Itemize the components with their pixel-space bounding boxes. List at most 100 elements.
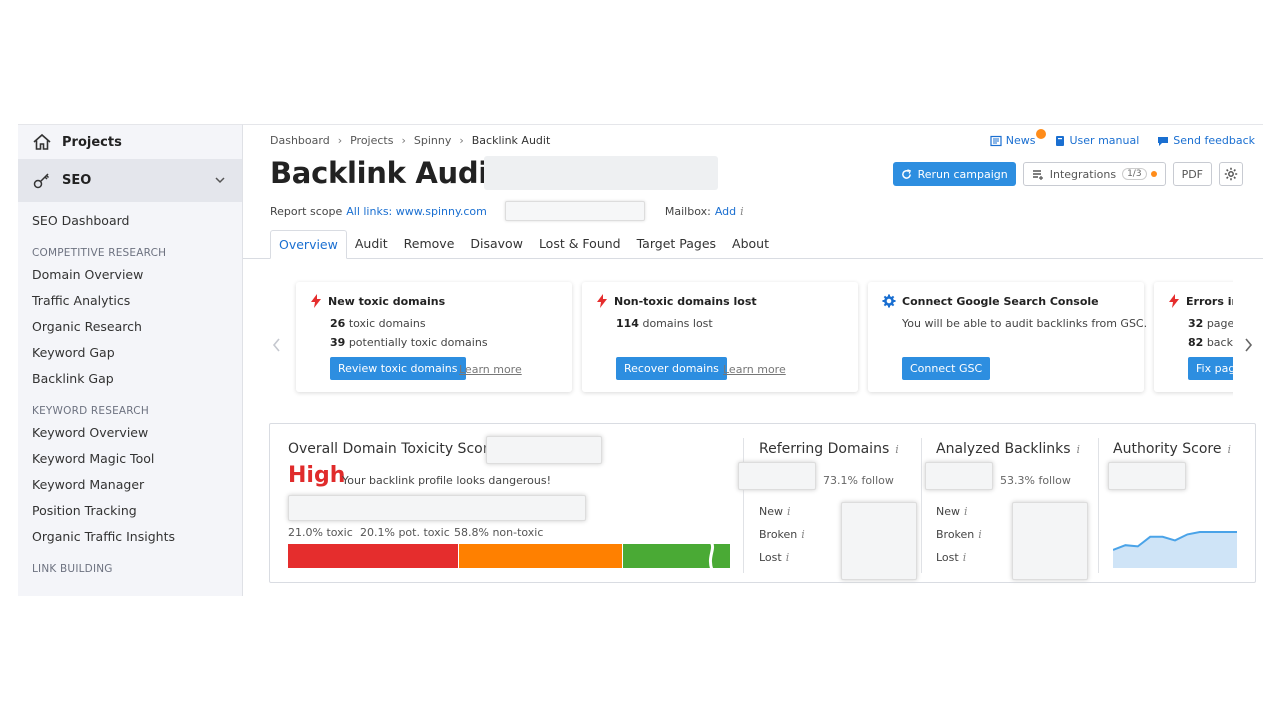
gear-icon [1224, 167, 1238, 181]
learn-more-link[interactable]: Learn more [723, 363, 786, 376]
lost-label: Lost i [759, 551, 789, 564]
insight-carousel: New toxic domains 26 toxic domains 39 po… [283, 275, 1233, 405]
pdf-button[interactable]: PDF [1172, 162, 1212, 186]
user-manual-link[interactable]: User manual [1054, 134, 1140, 147]
news-link[interactable]: News [990, 129, 1046, 147]
sidebar-item-position-tracking[interactable]: Position Tracking [18, 498, 242, 524]
tab-overview[interactable]: Overview [270, 230, 347, 259]
card-stat-text: potentially toxic domains [348, 336, 488, 349]
key-icon [33, 172, 50, 188]
breadcrumb-item[interactable]: Spinny [414, 134, 451, 147]
news-icon [990, 135, 1002, 146]
info-icon[interactable]: i [895, 443, 899, 456]
redacted-value [1012, 502, 1088, 580]
card-title: Errors in [1168, 294, 1233, 308]
tab-disavow[interactable]: Disavow [462, 230, 531, 259]
sidebar-item-traffic-analytics[interactable]: Traffic Analytics [18, 288, 242, 314]
info-icon[interactable]: i [1077, 443, 1081, 456]
new-label-text: New [759, 505, 783, 518]
redacted-field [504, 201, 645, 221]
send-feedback-link[interactable]: Send feedback [1157, 134, 1255, 147]
info-icon[interactable]: i [801, 528, 805, 541]
carousel-prev-icon[interactable] [270, 336, 284, 354]
break-icon [708, 542, 715, 570]
insight-card: Non-toxic domains lost 114 domains lost … [582, 282, 858, 392]
settings-button[interactable] [1219, 162, 1243, 186]
card-stat-number: 32 [1188, 317, 1204, 330]
referring-domains-title: Referring Domains i [759, 441, 899, 457]
sidebar-item-seo-dashboard[interactable]: SEO Dashboard [18, 208, 242, 234]
info-icon[interactable]: i [787, 505, 791, 518]
mailbox-add-link[interactable]: Add [715, 205, 736, 218]
sidebar-section-title: COMPETITIVE RESEARCH [32, 247, 167, 259]
report-scope-link[interactable]: All links: www.spinny.com [346, 205, 487, 218]
toxic-percent: 21.0% toxic [288, 526, 353, 539]
insight-card: New toxic domains 26 toxic domains 39 po… [296, 282, 572, 392]
sidebar-item-organic-research[interactable]: Organic Research [18, 314, 242, 340]
breadcrumb-item[interactable]: Projects [350, 134, 393, 147]
sidebar-item-keyword-magic-tool[interactable]: Keyword Magic Tool [18, 446, 242, 472]
info-icon[interactable]: i [786, 551, 790, 564]
tab-lost-found[interactable]: Lost & Found [531, 230, 629, 259]
sidebar-item-keyword-gap[interactable]: Keyword Gap [18, 340, 242, 366]
home-icon [33, 133, 51, 150]
fix-pages-button[interactable]: Fix pag [1188, 357, 1233, 380]
sidebar-item-keyword-overview[interactable]: Keyword Overview [18, 420, 242, 446]
sidebar-item-domain-overview[interactable]: Domain Overview [18, 262, 242, 288]
insight-card: Connect Google Search Console You will b… [868, 282, 1148, 392]
toxicity-score-title: Overall Domain Toxicity Score [288, 441, 497, 457]
breadcrumb-item[interactable]: Dashboard [270, 134, 330, 147]
toxicity-level: High [288, 463, 346, 488]
review-toxic-domains-button[interactable]: Review toxic domains [330, 357, 466, 380]
connect-gsc-button[interactable]: Connect GSC [902, 357, 991, 380]
new-label: New i [936, 505, 968, 518]
recover-domains-button[interactable]: Recover domains [616, 357, 727, 380]
authority-trend-chart [1113, 531, 1237, 568]
sidebar-item-organic-traffic-insights[interactable]: Organic Traffic Insights [18, 524, 242, 550]
send-feedback-label: Send feedback [1173, 134, 1255, 147]
lost-label: Lost i [936, 551, 966, 564]
redacted-value [486, 436, 602, 464]
redacted-value [925, 462, 993, 490]
info-icon[interactable]: i [740, 205, 744, 218]
insight-card: Errors in 32 pages 82 backli Fix pag [1154, 282, 1233, 392]
card-title-text: Connect Google Search Console [902, 294, 1099, 308]
tab-remove[interactable]: Remove [396, 230, 463, 259]
sidebar-item-backlink-gap[interactable]: Backlink Gap [18, 366, 242, 392]
card-stat-number: 114 [616, 317, 639, 330]
info-icon[interactable]: i [964, 505, 968, 518]
report-scope: Report scope All links: www.spinny.com M… [270, 201, 744, 221]
lost-label-text: Lost [759, 551, 782, 564]
rerun-campaign-label: Rerun campaign [917, 167, 1008, 181]
info-icon[interactable]: i [1227, 443, 1231, 456]
card-title: Connect Google Search Console [882, 294, 1099, 308]
broken-label: Broken i [759, 528, 805, 541]
info-icon[interactable]: i [978, 528, 982, 541]
sidebar-projects[interactable]: Projects [18, 125, 242, 159]
sidebar: Projects SEO SEO Dashboard COMPETITIVE R… [18, 124, 243, 596]
lightning-icon [597, 294, 607, 308]
card-stat: 32 pages [1188, 317, 1233, 330]
card-stat-text: You will be able to audit backlinks from… [902, 317, 1148, 330]
learn-more-link[interactable]: Learn more [459, 363, 522, 376]
divider [1098, 438, 1099, 573]
rerun-campaign-button[interactable]: Rerun campaign [892, 162, 1016, 186]
user-manual-label: User manual [1069, 134, 1140, 147]
carousel-next-icon[interactable] [1241, 336, 1255, 354]
integrations-label: Integrations [1049, 167, 1117, 181]
chevron-down-icon[interactable] [214, 174, 226, 186]
tab-audit[interactable]: Audit [347, 230, 396, 259]
chevron-right-icon: › [337, 134, 343, 147]
sidebar-seo[interactable]: SEO [18, 159, 242, 202]
sidebar-item-keyword-manager[interactable]: Keyword Manager [18, 472, 242, 498]
redacted-value [841, 502, 917, 580]
list-icon [1032, 169, 1043, 180]
toxicity-message: Your backlink profile looks dangerous! [342, 474, 551, 487]
integrations-button[interactable]: Integrations 1/3 [1022, 162, 1166, 186]
info-icon[interactable]: i [963, 551, 967, 564]
card-title: Non-toxic domains lost [596, 294, 757, 308]
tab-about[interactable]: About [724, 230, 777, 259]
sidebar-seo-label: SEO [62, 173, 92, 188]
tab-target-pages[interactable]: Target Pages [629, 230, 724, 259]
redacted-value [288, 495, 586, 521]
